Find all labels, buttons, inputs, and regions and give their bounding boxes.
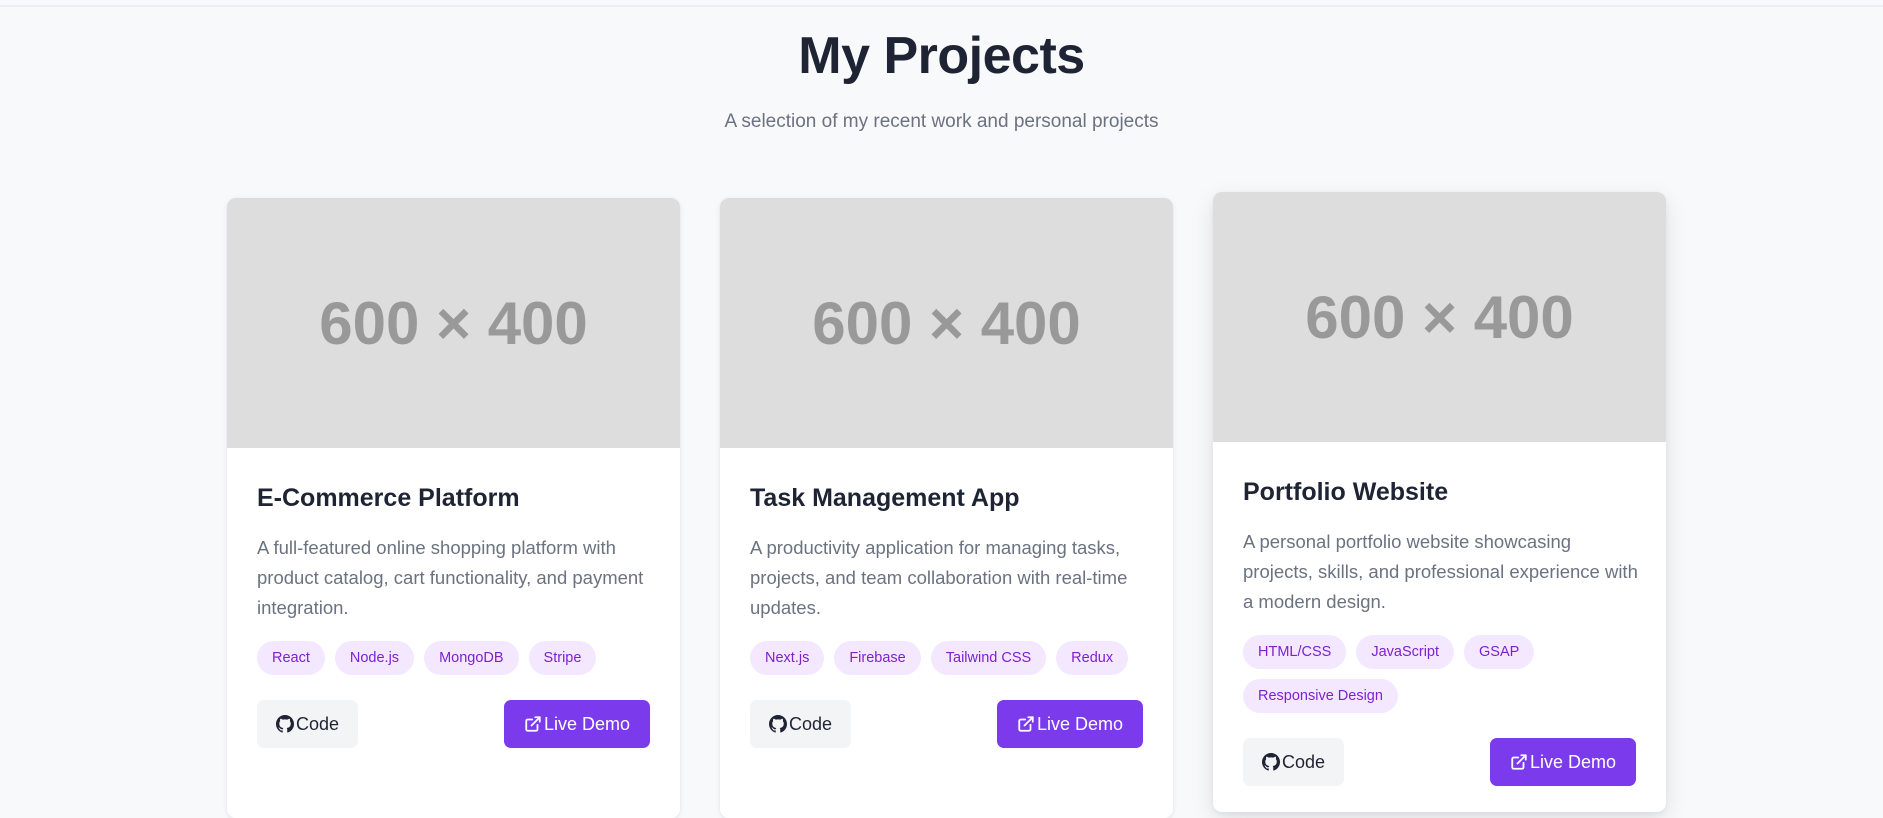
tech-tag: HTML/CSS <box>1243 635 1347 669</box>
tech-tag: Responsive Design <box>1243 679 1398 713</box>
live-demo-label: Live Demo <box>1529 751 1616 772</box>
project-title: Task Management App <box>750 484 1020 512</box>
card-actions: Code Live Demo <box>750 700 1143 748</box>
live-demo-label: Live Demo <box>1036 713 1123 734</box>
project-image-placeholder: 600 × 400 <box>1213 192 1666 442</box>
tag-list: React Node.js MongoDB Stripe <box>257 641 650 675</box>
tech-tag: Firebase <box>834 641 921 675</box>
top-border <box>0 0 1883 7</box>
project-image-placeholder: 600 × 400 <box>227 198 680 448</box>
github-icon <box>769 715 787 733</box>
code-button-label: Code <box>296 713 340 734</box>
tech-tag: MongoDB <box>424 641 519 675</box>
code-button-label: Code <box>789 713 833 734</box>
card-actions: Code Live Demo <box>1243 738 1636 786</box>
tag-list: HTML/CSS JavaScript GSAP Responsive Desi… <box>1243 635 1636 713</box>
project-description: A productivity application for managing … <box>750 537 1128 618</box>
live-demo-label: Live Demo <box>543 713 630 734</box>
tech-tag: Redux <box>1056 641 1129 675</box>
card-actions: Code Live Demo <box>257 700 650 748</box>
tech-tag: Stripe <box>528 641 597 675</box>
external-link-icon <box>1510 753 1528 771</box>
project-title: E-Commerce Platform <box>257 484 520 512</box>
code-button[interactable]: Code <box>257 700 359 748</box>
project-image-placeholder: 600 × 400 <box>720 198 1173 448</box>
live-demo-button[interactable]: Live Demo <box>1489 738 1636 786</box>
tech-tag: GSAP <box>1464 635 1535 669</box>
page-subtitle: A selection of my recent work and person… <box>724 111 1159 132</box>
live-demo-button[interactable]: Live Demo <box>996 700 1143 748</box>
code-button-label: Code <box>1282 751 1326 772</box>
github-icon <box>276 715 294 733</box>
project-card: 600 × 400 Portfolio Website A personal p… <box>1213 192 1666 812</box>
code-button[interactable]: Code <box>750 700 852 748</box>
tech-tag: Next.js <box>750 641 825 675</box>
project-card: 600 × 400 Task Management App A producti… <box>720 198 1173 818</box>
external-link-icon <box>524 715 542 733</box>
live-demo-button[interactable]: Live Demo <box>503 700 650 748</box>
tech-tag: Tailwind CSS <box>930 641 1047 675</box>
github-icon <box>1262 753 1280 771</box>
tech-tag: JavaScript <box>1356 635 1455 669</box>
code-button[interactable]: Code <box>1243 738 1345 786</box>
external-link-icon <box>1017 715 1035 733</box>
project-title: Portfolio Website <box>1243 478 1449 506</box>
page-title: My Projects <box>798 27 1085 85</box>
tech-tag: Node.js <box>334 641 415 675</box>
project-description: A personal portfolio website showcasing … <box>1243 531 1638 612</box>
tech-tag: React <box>257 641 325 675</box>
project-card: 600 × 400 E-Commerce Platform A full-fea… <box>227 198 680 818</box>
project-description: A full-featured online shopping platform… <box>257 537 644 618</box>
tag-list: Next.js Firebase Tailwind CSS Redux <box>750 641 1143 675</box>
